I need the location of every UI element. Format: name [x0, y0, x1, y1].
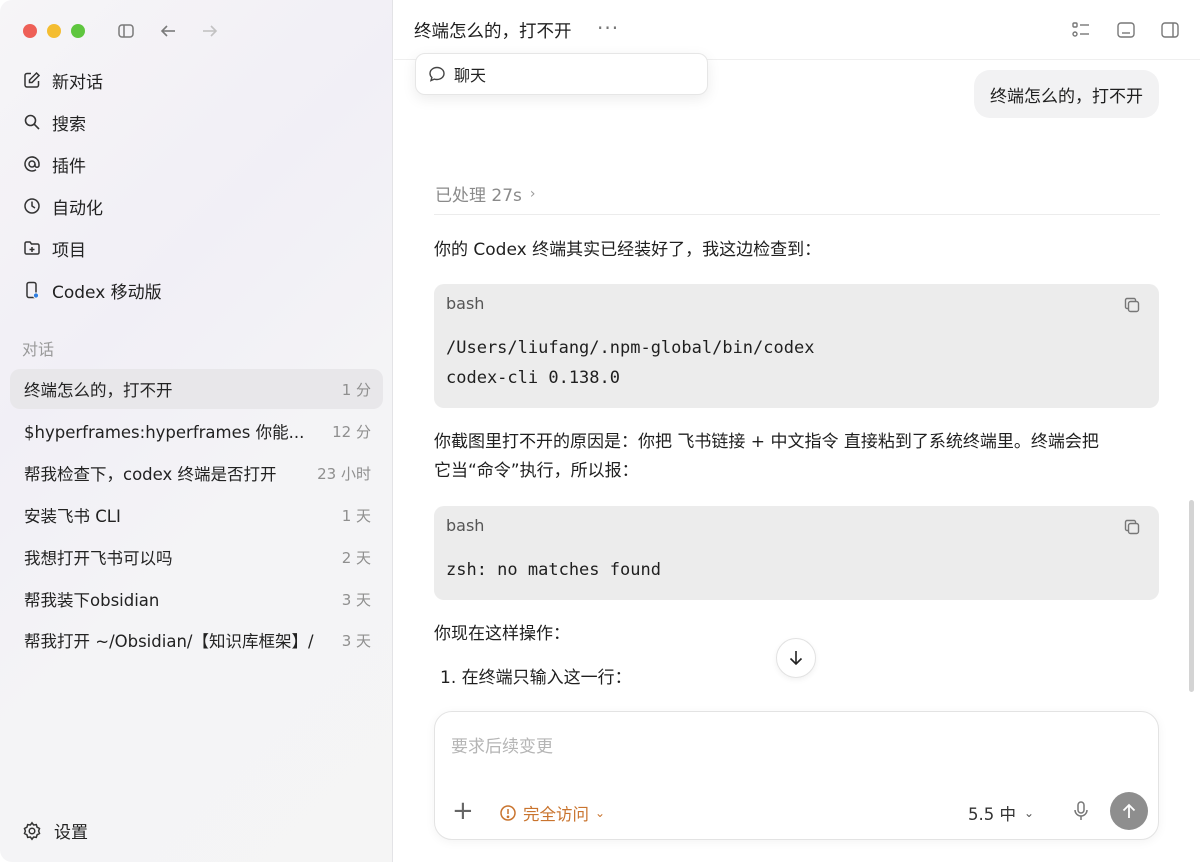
model-label: 5.5 中: [968, 805, 1016, 824]
settings-label: 设置: [54, 823, 88, 843]
conversation-time: 1 分: [341, 380, 371, 399]
popover-label: 聊天: [454, 66, 487, 85]
conversation-item[interactable]: 终端怎么的，打不开 1 分: [10, 369, 383, 409]
side-panel-icon[interactable]: [1159, 19, 1181, 41]
warning-icon: [499, 804, 517, 822]
conversation-item[interactable]: 帮我打开 ~/Obsidian/【知识库框架】/ 3 天: [10, 620, 383, 660]
scroll-down-button[interactable]: [776, 638, 816, 678]
code-content: /Users/liufang/.npm-global/bin/codex cod…: [446, 333, 1147, 393]
chat-title: 终端怎么的，打不开: [414, 22, 572, 42]
list-icon[interactable]: [1070, 19, 1092, 41]
conversation-time: 1 天: [341, 506, 371, 525]
zoom-window-button[interactable]: [71, 24, 85, 38]
arrow-down-icon: [789, 651, 803, 666]
nav-automation[interactable]: 自动化: [12, 187, 382, 225]
nav-label: 搜索: [52, 114, 86, 135]
code-language: bash: [446, 294, 485, 313]
search-icon: [22, 112, 42, 132]
conversation-time: 12 分: [332, 422, 371, 441]
code-block: bash /Users/liufang/.npm-global/bin/code…: [434, 284, 1159, 408]
close-window-button[interactable]: [23, 24, 37, 38]
user-message: 终端怎么的，打不开: [974, 70, 1159, 118]
nav-new-chat[interactable]: 新对话: [12, 61, 382, 99]
nav-codex-mobile[interactable]: Codex 移动版: [12, 271, 382, 309]
conversation-item[interactable]: $hyperframes:hyperframes 你能... 12 分: [10, 411, 383, 451]
conversation-item[interactable]: 帮我装下obsidian 3 天: [10, 579, 383, 619]
conversation-item[interactable]: 安装飞书 CLI 1 天: [10, 495, 383, 535]
sidebar: 新对话 搜索 插件 自动化 项目 Codex 移动版 对话 终端怎么的，打不开 …: [0, 0, 393, 862]
conversation-title: 帮我装下obsidian: [24, 591, 160, 610]
arrow-up-icon: [1122, 803, 1136, 818]
scrollbar[interactable]: [1189, 500, 1194, 692]
chevron-down-icon: ⌄: [1024, 806, 1035, 820]
list-item: 1. 在终端只输入这一行：: [440, 668, 632, 688]
processed-toggle[interactable]: 已处理 27s ›: [435, 181, 536, 207]
mode-popover[interactable]: 聊天: [415, 53, 708, 95]
terminal-panel-icon[interactable]: [1115, 19, 1137, 41]
conversation-title: $hyperframes:hyperframes 你能...: [24, 423, 305, 442]
conversation-item[interactable]: 我想打开飞书可以吗 2 天: [10, 537, 383, 577]
settings-button[interactable]: 设置: [22, 818, 88, 843]
forward-arrow-icon[interactable]: [199, 20, 221, 42]
phone-icon: [22, 280, 42, 300]
paragraph-line: 它当“命令”执行，所以报：: [434, 461, 639, 481]
code-language: bash: [446, 516, 485, 535]
folder-add-icon: [22, 238, 42, 258]
chat-bubble-icon: [428, 65, 446, 83]
code-line: /Users/liufang/.npm-global/bin/codex: [446, 338, 815, 358]
nav-label: 新对话: [52, 72, 103, 93]
compose-icon: [22, 70, 42, 90]
gear-icon: [22, 821, 42, 841]
conversation-title: 终端怎么的，打不开: [24, 381, 173, 400]
nav-label: 项目: [52, 240, 86, 261]
conversations-section-label: 对话: [22, 340, 55, 359]
nav-projects[interactable]: 项目: [12, 229, 382, 267]
window-controls: [23, 24, 85, 38]
code-content: zsh: no matches found: [446, 555, 1147, 585]
minimize-window-button[interactable]: [47, 24, 61, 38]
composer: 要求后续变更 + 完全访问 ⌄ 5.5 中 ⌄: [434, 711, 1159, 840]
assistant-paragraph: 你的 Codex 终端其实已经装好了，我这边检查到：: [434, 240, 822, 260]
nav-label: 插件: [52, 156, 86, 177]
paragraph-line: 你截图里打不开的原因是：你把 飞书链接 + 中文指令 直接粘到了系统终端里。终端…: [434, 432, 1099, 452]
divider: [434, 214, 1160, 215]
more-options-button[interactable]: ···: [597, 16, 619, 40]
model-dropdown[interactable]: 5.5 中 ⌄: [968, 801, 1034, 825]
at-icon: [22, 154, 42, 174]
microphone-icon[interactable]: [1071, 800, 1091, 822]
conversation-time: 2 天: [341, 548, 371, 567]
clock-icon: [22, 196, 42, 216]
add-attachment-button[interactable]: +: [452, 798, 474, 824]
nav-label: Codex 移动版: [52, 282, 162, 303]
processed-label: 已处理 27s: [435, 186, 522, 206]
message-input[interactable]: 要求后续变更: [451, 732, 553, 757]
back-arrow-icon[interactable]: [157, 20, 179, 42]
access-mode-dropdown[interactable]: 完全访问 ⌄: [499, 801, 605, 825]
conversation-time: 3 天: [341, 590, 371, 609]
code-block: bash zsh: no matches found: [434, 506, 1159, 600]
copy-icon[interactable]: [1123, 518, 1141, 536]
conversation-title: 安装飞书 CLI: [24, 507, 121, 526]
sidebar-toggle-icon[interactable]: [115, 20, 137, 42]
nav-search[interactable]: 搜索: [12, 103, 382, 141]
send-button[interactable]: [1110, 792, 1148, 830]
assistant-paragraph: 你截图里打不开的原因是：你把 飞书链接 + 中文指令 直接粘到了系统终端里。终端…: [434, 428, 1160, 486]
conversation-item[interactable]: 帮我检查下，codex 终端是否打开 23 小时: [10, 453, 383, 493]
conversation-title: 帮我检查下，codex 终端是否打开: [24, 465, 277, 484]
code-line: zsh: no matches found: [446, 560, 661, 580]
nav-label: 自动化: [52, 198, 103, 219]
main-panel: 终端怎么的，打不开 ··· 聊天 终端怎么的，打不开 已处理 27s › 你的 …: [394, 0, 1200, 862]
access-label: 完全访问: [523, 805, 589, 824]
conversation-time: 23 小时: [317, 464, 371, 483]
nav-plugins[interactable]: 插件: [12, 145, 382, 183]
chevron-down-icon: ⌄: [595, 806, 606, 820]
code-line: codex-cli 0.138.0: [446, 368, 620, 388]
chevron-right-icon: ›: [529, 185, 536, 202]
app-window: 新对话 搜索 插件 自动化 项目 Codex 移动版 对话 终端怎么的，打不开 …: [0, 0, 1200, 862]
conversation-time: 3 天: [341, 631, 371, 650]
chat-header: 终端怎么的，打不开 ···: [394, 0, 1200, 60]
conversation-title: 帮我打开 ~/Obsidian/【知识库框架】/: [24, 632, 314, 651]
conversation-title: 我想打开飞书可以吗: [24, 549, 173, 568]
copy-icon[interactable]: [1123, 296, 1141, 314]
